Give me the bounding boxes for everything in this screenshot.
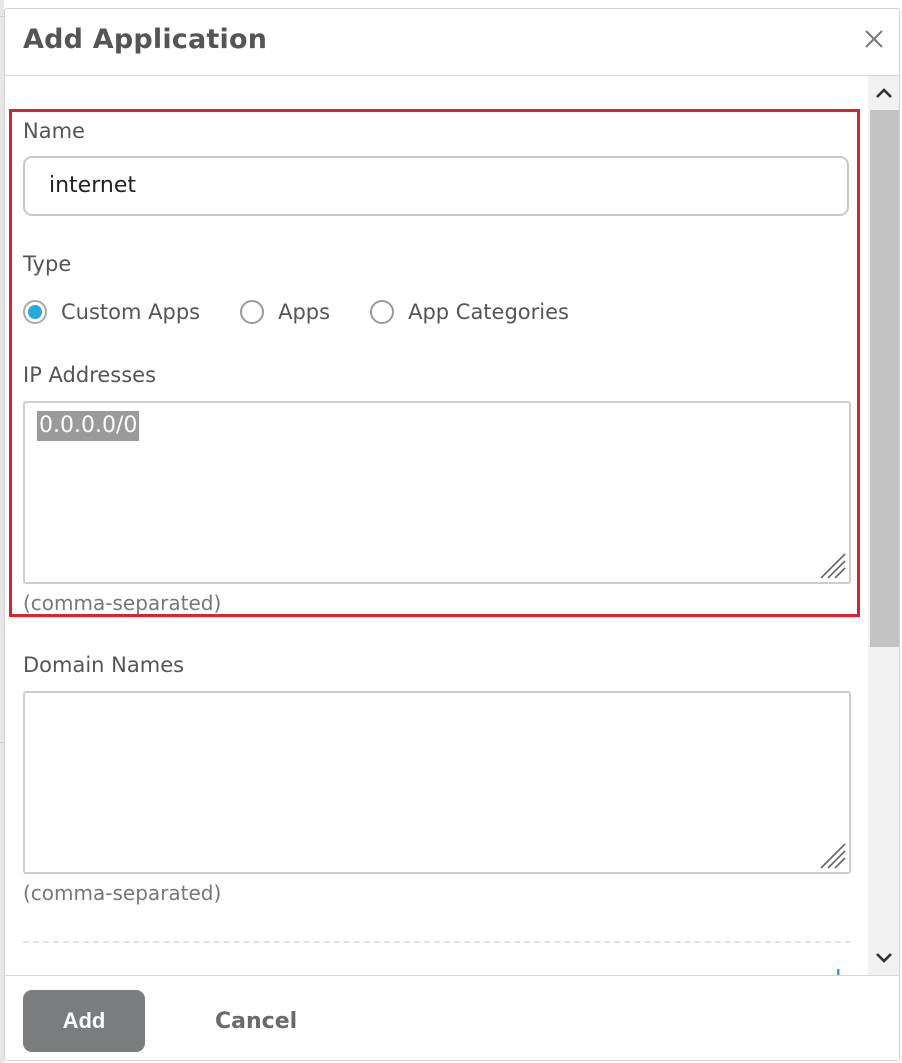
cancel-button[interactable]: Cancel [190, 990, 322, 1052]
name-input-value: internet [49, 173, 136, 198]
radio-unchecked-icon [240, 300, 265, 324]
close-icon [865, 30, 883, 48]
add-button[interactable]: Add [23, 990, 145, 1052]
scrollbar-thumb[interactable] [870, 110, 899, 647]
close-button[interactable] [861, 26, 887, 52]
radio-apps[interactable]: Apps [240, 300, 330, 324]
radio-label: App Categories [408, 300, 569, 324]
name-input[interactable]: internet [23, 156, 849, 216]
radio-app-categories[interactable]: App Categories [370, 300, 569, 324]
name-label: Name [23, 119, 85, 143]
vertical-scrollbar[interactable] [868, 76, 899, 975]
domain-names-label: Domain Names [23, 653, 185, 677]
section-divider [23, 941, 851, 943]
radio-label: Custom Apps [61, 300, 201, 324]
chevron-down-icon [875, 953, 892, 963]
radio-label: Apps [278, 300, 331, 324]
dialog-body: Name internet Type Custom Apps Apps App … [5, 76, 871, 975]
type-radio-group: Custom Apps Apps App Categories [23, 296, 609, 328]
radio-checked-icon [23, 300, 47, 324]
ip-addresses-hint: (comma-separated) [23, 591, 222, 615]
dialog-title: Add Application [23, 24, 268, 55]
type-label: Type [23, 252, 72, 276]
ip-addresses-textarea[interactable]: 0.0.0.0/0 [23, 401, 851, 584]
ip-addresses-value: 0.0.0.0/0 [37, 411, 140, 441]
radio-unchecked-icon [370, 300, 395, 324]
ip-addresses-label: IP Addresses [23, 363, 157, 387]
domain-names-hint: (comma-separated) [23, 881, 222, 905]
resize-grip-icon[interactable] [817, 840, 847, 870]
dialog-footer: Add Cancel [5, 975, 899, 1060]
domain-names-textarea[interactable] [23, 691, 851, 874]
scroll-down-button[interactable] [868, 941, 899, 975]
resize-grip-icon[interactable] [817, 550, 847, 580]
scroll-up-button[interactable] [868, 76, 899, 110]
radio-custom-apps[interactable]: Custom Apps [23, 300, 200, 324]
chevron-up-icon [875, 88, 892, 98]
add-application-dialog: Add Application Name internet Type Custo… [4, 8, 900, 1061]
dialog-header: Add Application [5, 9, 899, 76]
